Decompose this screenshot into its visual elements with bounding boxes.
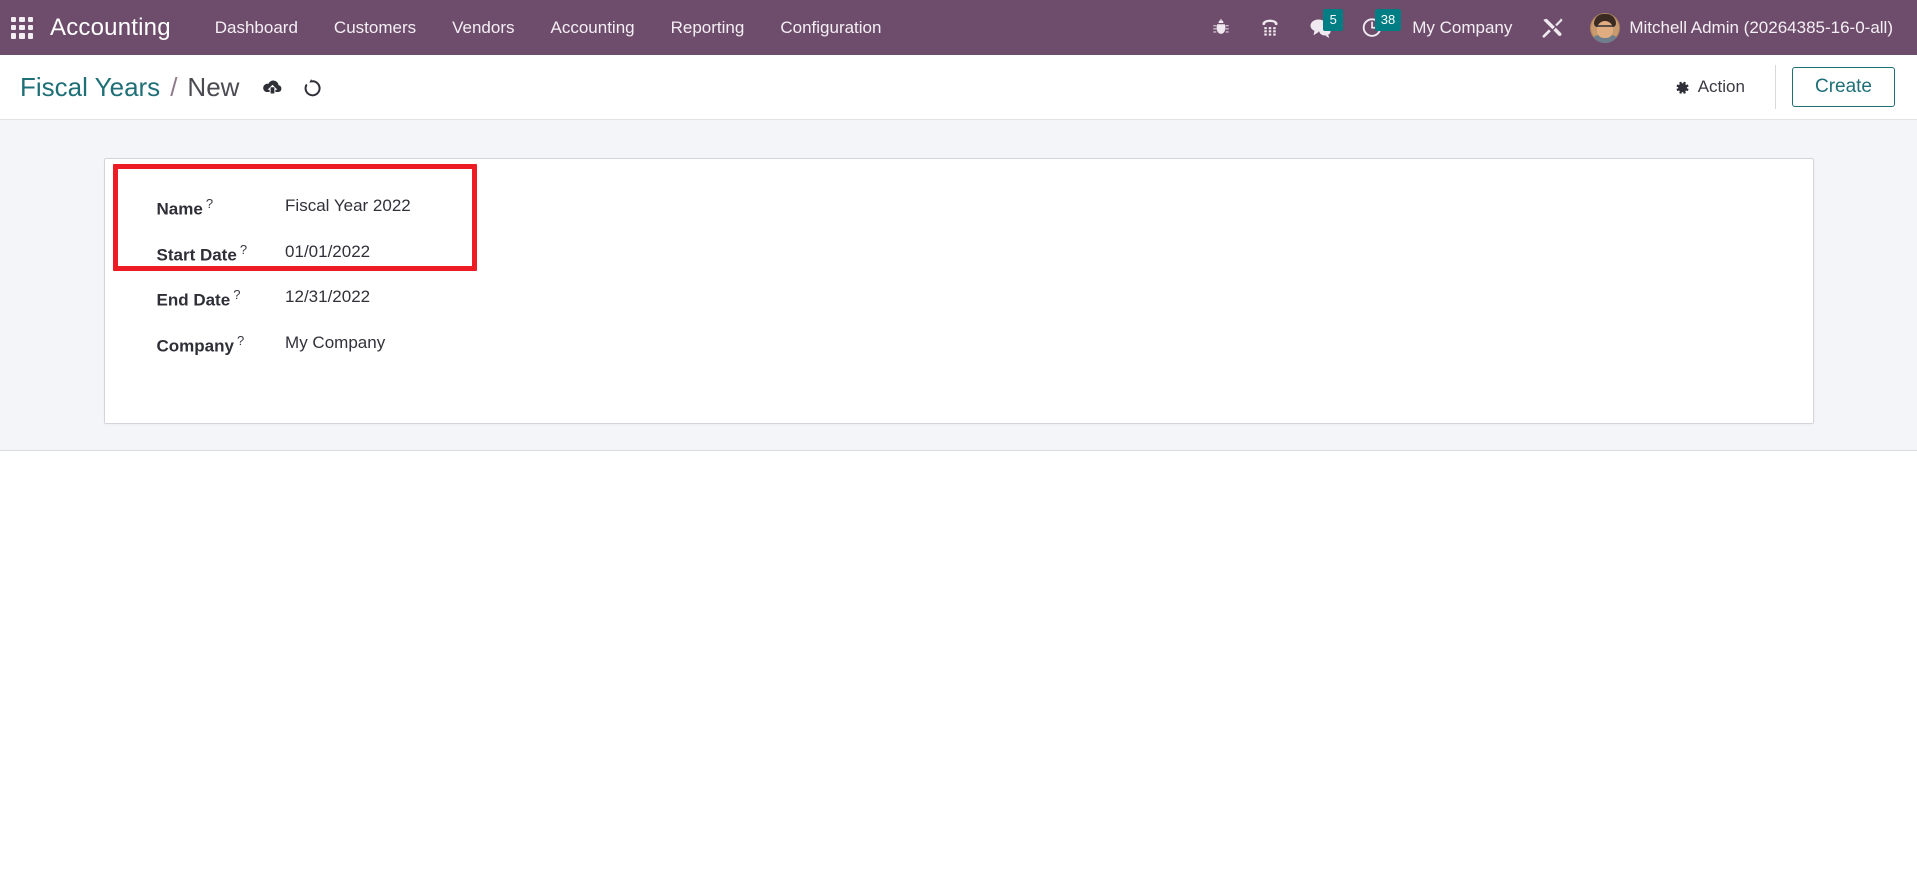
control-panel-right: Action Create: [1657, 55, 1895, 119]
apps-grid-cell: [19, 33, 25, 39]
apps-grid-cell: [11, 33, 17, 39]
value-cell-end-date: 12/31/2022: [247, 276, 477, 322]
menu-item-dashboard[interactable]: Dashboard: [197, 10, 316, 46]
value-cell-company: My Company: [247, 322, 477, 368]
form-row-end-date: End Date? 12/31/2022: [135, 276, 478, 322]
activities-count-badge: 38: [1374, 9, 1402, 31]
menu-item-customers[interactable]: Customers: [316, 10, 434, 46]
tools-icon[interactable]: [1526, 0, 1578, 55]
field-value-company[interactable]: My Company: [247, 333, 417, 353]
value-cell-start-date: 01/01/2022: [247, 231, 477, 277]
form-row-name: Name? Fiscal Year 2022: [135, 185, 478, 231]
field-label-name: Name?: [157, 196, 214, 220]
apps-grid-icon[interactable]: [8, 14, 36, 42]
value-cell-name: Fiscal Year 2022: [247, 185, 477, 231]
label-cell-name: Name?: [135, 185, 248, 231]
form-row-company: Company? My Company: [135, 322, 478, 368]
activities-menu[interactable]: 38: [1347, 0, 1402, 55]
phone-dialpad-icon[interactable]: [1245, 0, 1295, 55]
user-menu[interactable]: Mitchell Admin (20264385-16-0-all): [1578, 0, 1903, 55]
menu-item-configuration[interactable]: Configuration: [762, 10, 899, 46]
apps-grid-cell: [11, 16, 17, 22]
form-sheet: Name? Fiscal Year 2022 Start Date? 01/01…: [103, 158, 1814, 424]
apps-grid-cell: [27, 16, 33, 22]
field-value-end-date[interactable]: 12/31/2022: [247, 287, 417, 307]
help-tooltip-icon[interactable]: ?: [237, 333, 244, 348]
breadcrumb-separator: /: [170, 71, 178, 102]
breadcrumb-parent-link[interactable]: Fiscal Years: [20, 72, 160, 103]
breadcrumb-current: New: [187, 71, 240, 102]
app-brand-title[interactable]: Accounting: [50, 14, 171, 42]
label-cell-company: Company?: [135, 322, 248, 368]
form-row-start-date: Start Date? 01/01/2022: [135, 231, 478, 277]
undo-icon: [304, 78, 321, 96]
breadcrumb: Fiscal Years / New: [20, 72, 239, 103]
field-label-name-text: Name: [156, 199, 203, 219]
apps-grid-cell: [19, 24, 25, 31]
field-label-start-date-text: Start Date: [156, 245, 237, 265]
action-menu-label: Action: [1697, 77, 1745, 96]
save-button[interactable]: [257, 72, 287, 102]
control-panel: Fiscal Years / New Action Create: [0, 55, 1917, 120]
action-menu-button[interactable]: Action: [1657, 69, 1761, 105]
label-cell-start-date: Start Date?: [135, 231, 248, 277]
control-panel-divider: [1774, 65, 1776, 109]
bug-icon[interactable]: [1197, 0, 1245, 55]
messages-count-badge: 5: [1323, 9, 1344, 31]
discard-button[interactable]: [297, 72, 327, 102]
fiscal-year-form: Name? Fiscal Year 2022 Start Date? 01/01…: [135, 185, 478, 368]
apps-grid-cell: [11, 24, 17, 31]
messages-menu[interactable]: 5: [1295, 0, 1347, 55]
main-menu: Dashboard Customers Vendors Accounting R…: [197, 10, 900, 46]
apps-grid-cell: [27, 33, 33, 39]
field-label-company-text: Company: [156, 336, 234, 356]
label-cell-end-date: End Date?: [135, 276, 248, 322]
help-tooltip-icon[interactable]: ?: [233, 287, 240, 302]
apps-grid-cell: [27, 24, 33, 31]
help-tooltip-icon[interactable]: ?: [240, 242, 247, 257]
create-button[interactable]: Create: [1791, 66, 1895, 108]
field-label-start-date: Start Date?: [157, 242, 248, 266]
record-actions: [257, 72, 327, 102]
user-name-label: Mitchell Admin (20264385-16-0-all): [1629, 17, 1893, 37]
field-label-end-date: End Date?: [157, 287, 241, 311]
content-area: Name? Fiscal Year 2022 Start Date? 01/01…: [0, 120, 1917, 451]
field-label-company: Company?: [157, 333, 245, 357]
navbar-right-actions: 5 38 My Company Mitchell Admin (20264385…: [1197, 0, 1903, 55]
field-value-start-date[interactable]: 01/01/2022: [247, 242, 417, 262]
company-switcher[interactable]: My Company: [1398, 10, 1526, 46]
avatar: [1590, 12, 1621, 43]
help-tooltip-icon[interactable]: ?: [206, 196, 213, 211]
menu-item-reporting[interactable]: Reporting: [653, 10, 763, 46]
field-value-name[interactable]: Fiscal Year 2022: [247, 196, 417, 216]
gear-icon: [1676, 81, 1689, 94]
apps-grid-cell: [19, 16, 25, 22]
menu-item-vendors[interactable]: Vendors: [434, 10, 532, 46]
menu-item-accounting[interactable]: Accounting: [533, 10, 653, 46]
field-label-end-date-text: End Date: [156, 290, 231, 310]
top-navbar: Accounting Dashboard Customers Vendors A…: [0, 0, 1917, 55]
cloud-upload-icon: [263, 80, 282, 93]
